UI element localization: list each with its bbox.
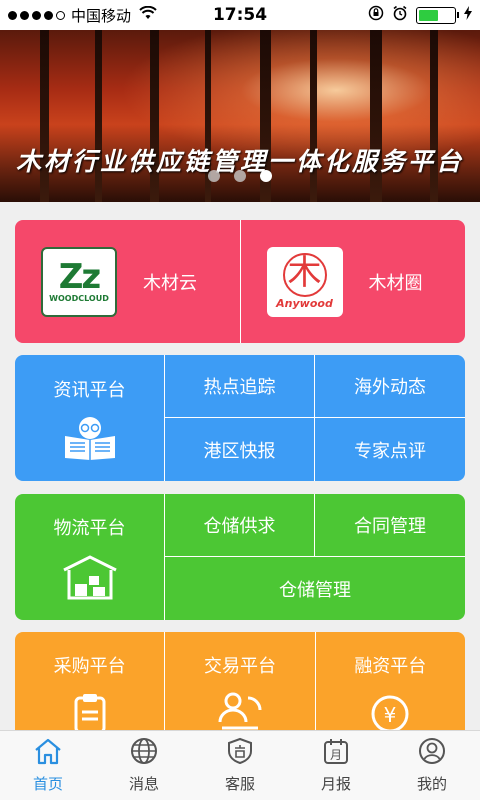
carousel-dot[interactable] bbox=[208, 170, 220, 182]
alarm-icon bbox=[392, 5, 408, 25]
woodcloud-label: 木材云 bbox=[143, 272, 197, 294]
featured-card: Zz WOODCLOUD 木材云 木 Anywood 木材圈 bbox=[15, 220, 465, 343]
exchange-icon bbox=[216, 692, 264, 730]
anywood-label: 木材圈 bbox=[368, 272, 423, 294]
port-bulletin-button[interactable]: 港区快报 bbox=[165, 418, 315, 481]
bottom-tab-bar: 首页 消息 客服 月 月报 我的 bbox=[0, 730, 480, 800]
tab-messages-label: 消息 bbox=[128, 775, 159, 793]
warehouse-icon bbox=[61, 554, 119, 600]
home-icon bbox=[33, 737, 63, 769]
procurement-platform-button[interactable]: 采购平台 bbox=[15, 632, 164, 730]
tab-home-label: 首页 bbox=[32, 775, 63, 793]
warehouse-management-button[interactable]: 仓储管理 bbox=[165, 557, 465, 620]
logistics-platform-label: 物流平台 bbox=[53, 518, 126, 539]
carrier-name: 中国移动 bbox=[71, 6, 132, 25]
globe-icon bbox=[130, 737, 158, 769]
expert-review-button[interactable]: 专家点评 bbox=[315, 418, 465, 481]
shield-service-icon bbox=[226, 737, 254, 769]
wifi-icon bbox=[139, 5, 157, 24]
svg-text:月: 月 bbox=[330, 748, 342, 762]
woodcloud-entry[interactable]: Zz WOODCLOUD 木材云 bbox=[15, 220, 240, 343]
trading-platform-button[interactable]: 交易平台 bbox=[164, 632, 314, 730]
banner-carousel[interactable]: 木材行业供应链管理一体化服务平台 bbox=[0, 30, 480, 202]
financing-platform-button[interactable]: 融资平台 ¥ bbox=[314, 632, 465, 730]
info-platform-card: 资讯平台 热点追踪 海外动态 港区快报 专家点评 bbox=[15, 355, 465, 481]
anywood-entry[interactable]: 木 Anywood 木材圈 bbox=[239, 220, 466, 343]
newspaper-icon bbox=[63, 416, 117, 460]
status-bar: 中国移动 17:54 bbox=[0, 0, 480, 30]
overseas-news-button[interactable]: 海外动态 bbox=[315, 355, 465, 418]
user-icon bbox=[418, 737, 446, 769]
financing-platform-label: 融资平台 bbox=[354, 656, 427, 677]
logistics-platform-card: 物流平台 仓储供求 合同管理 仓储管理 bbox=[15, 494, 465, 620]
anywood-logo: 木 Anywood bbox=[266, 246, 343, 317]
hot-topics-button[interactable]: 热点追踪 bbox=[165, 355, 315, 418]
tab-monthly-report-label: 月报 bbox=[320, 775, 351, 793]
tab-monthly-report[interactable]: 月 月报 bbox=[288, 731, 384, 800]
battery-icon bbox=[416, 6, 459, 24]
carousel-indicator[interactable] bbox=[0, 170, 480, 182]
carousel-dot[interactable] bbox=[234, 170, 246, 182]
tab-profile[interactable]: 我的 bbox=[384, 731, 480, 800]
warehouse-supply-button[interactable]: 仓储供求 bbox=[165, 494, 315, 557]
tab-profile-label: 我的 bbox=[416, 775, 447, 793]
trading-platform-label: 交易平台 bbox=[203, 656, 276, 677]
info-platform-label: 资讯平台 bbox=[53, 380, 126, 401]
logistics-platform-button[interactable]: 物流平台 bbox=[15, 494, 165, 620]
signal-icon bbox=[8, 10, 65, 20]
tab-messages[interactable]: 消息 bbox=[96, 731, 192, 800]
clipboard-icon bbox=[70, 692, 110, 730]
calendar-icon: 月 bbox=[322, 737, 350, 769]
carousel-dot-active[interactable] bbox=[260, 170, 272, 182]
tab-home[interactable]: 首页 bbox=[0, 731, 96, 800]
services-card: 采购平台 交易平台 融资平台 ¥ bbox=[15, 632, 465, 730]
procurement-platform-label: 采购平台 bbox=[53, 656, 126, 677]
yuan-coin-icon: ¥ bbox=[369, 692, 411, 730]
svg-text:¥: ¥ bbox=[384, 703, 397, 727]
tab-customer-service[interactable]: 客服 bbox=[192, 731, 288, 800]
contract-management-button[interactable]: 合同管理 bbox=[315, 494, 465, 557]
rotation-lock-icon bbox=[368, 5, 384, 25]
charging-icon bbox=[464, 6, 472, 24]
info-platform-button[interactable]: 资讯平台 bbox=[15, 355, 165, 481]
tab-customer-service-label: 客服 bbox=[224, 775, 255, 793]
woodcloud-logo: Zz WOODCLOUD bbox=[41, 246, 117, 317]
